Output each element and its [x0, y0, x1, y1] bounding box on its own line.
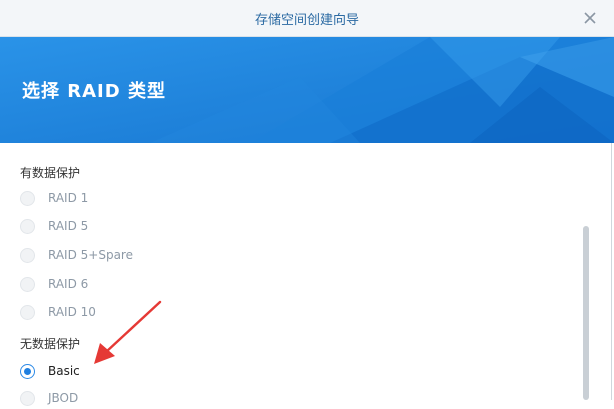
raid-option-label: RAID 5	[48, 219, 89, 233]
raid-option-label: RAID 5+Spare	[48, 248, 133, 262]
banner-title: 选择 RAID 类型	[22, 81, 166, 102]
raid-option-label: RAID 1	[48, 191, 89, 205]
radio-icon[interactable]	[20, 390, 35, 406]
radio-icon[interactable]	[20, 276, 35, 292]
radio-icon[interactable]	[20, 304, 35, 320]
radio-icon[interactable]	[20, 218, 35, 234]
raid-option-jbod[interactable]: JBOD	[20, 387, 78, 409]
raid-option-label: JBOD	[48, 391, 79, 405]
radio-icon[interactable]	[20, 247, 35, 263]
close-icon[interactable]	[580, 8, 600, 28]
panel-border	[611, 143, 612, 400]
raid-type-panel	[0, 143, 614, 400]
header-banner: 选择 RAID 类型	[0, 37, 614, 143]
raid-option-raid5-spare[interactable]: RAID 5+Spare	[20, 244, 133, 266]
window-title: 存储空间创建向导	[254, 13, 359, 28]
raid-option-raid6[interactable]: RAID 6	[20, 273, 88, 295]
vertical-scrollbar[interactable]	[583, 226, 589, 400]
window-titlebar: 存储空间创建向导	[0, 0, 614, 37]
raid-option-basic[interactable]: Basic	[20, 360, 80, 382]
raid-option-label: Basic	[48, 364, 80, 378]
raid-option-raid5[interactable]: RAID 5	[20, 215, 88, 237]
raid-option-label: RAID 10	[48, 305, 96, 319]
unprotected-section-label: 无数据保护	[20, 337, 81, 351]
protected-section-label: 有数据保护	[20, 166, 81, 180]
radio-selected-icon[interactable]	[20, 363, 35, 379]
raid-option-raid10[interactable]: RAID 10	[20, 301, 96, 323]
raid-option-label: RAID 6	[48, 277, 89, 291]
raid-option-raid1[interactable]: RAID 1	[20, 187, 88, 209]
radio-icon[interactable]	[20, 190, 35, 206]
